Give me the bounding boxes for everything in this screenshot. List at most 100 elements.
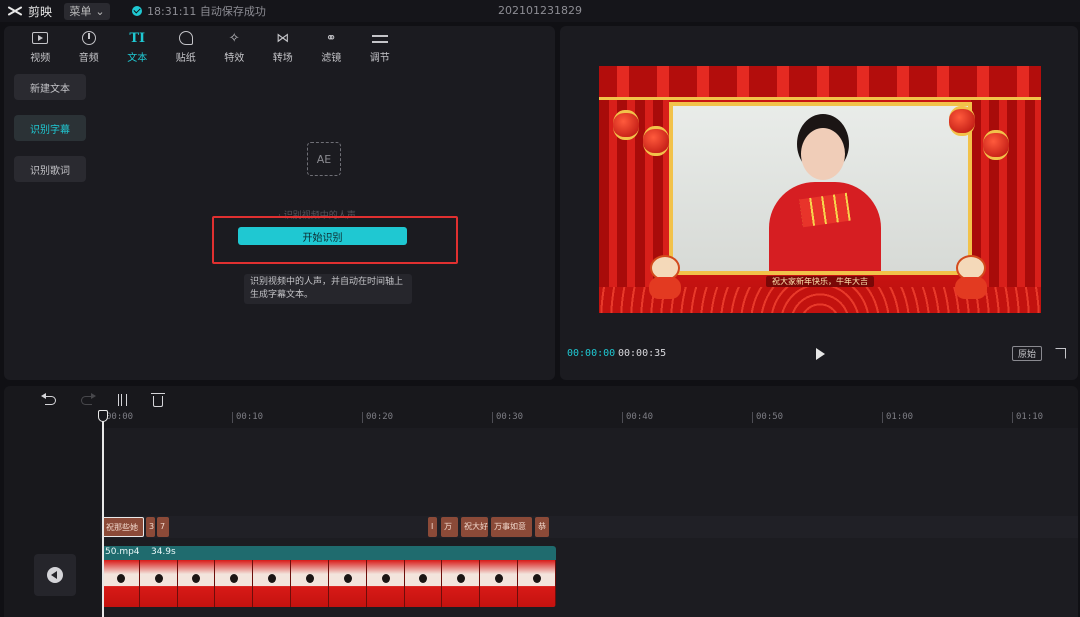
ruler-tick: 00:10 [232,412,263,423]
ruler-tick: 00:20 [362,412,393,423]
tab-label: 贴纸 [175,53,196,64]
clip-filename: 50.mp4 [105,547,140,557]
text-submenu: 新建文本 识别字幕 识别歌词 [14,74,86,197]
thumbnail [291,560,329,607]
split-button[interactable] [104,392,140,408]
photo-frame [669,102,972,275]
tab-audio[interactable]: 音频 [65,26,114,68]
text-icon: TI [129,30,146,46]
new-text-button[interactable]: 新建文本 [14,74,86,100]
total-time: 00:00:35 [618,348,667,359]
tab-filter[interactable]: ⚭ 滤镜 [307,26,356,68]
subtitle-recognition-icon: AE [307,142,341,176]
tab-transition[interactable]: ⋈ 转场 [259,26,308,68]
thumbnail [328,560,367,607]
timeline-toolbar [32,392,176,408]
thumbnail [177,560,216,607]
thumbnail [442,560,481,607]
playhead[interactable] [102,414,104,617]
text-clip[interactable]: 7 [157,517,169,537]
current-time: 00:00:00 [567,348,616,359]
video-thumbnails [102,560,556,607]
tab-label: 文本 [127,53,148,64]
redo-icon [80,395,92,405]
ruler-tick: 00:30 [492,412,523,423]
aspect-ratio-button[interactable]: 原始 [1012,346,1042,361]
text-clip[interactable]: 恭 [535,517,549,537]
thumbnail [102,560,140,607]
category-tabs: 视频 音频 TI 文本 贴纸 ✧ 特效 ⋈ 转场 ⚭ 滤镜 调节 [4,26,555,68]
text-clip[interactable]: 祝大好 [461,517,488,537]
preview-panel: 祝大家新年快乐，牛年大吉 00:00:00 00:00:35 原始 [560,26,1078,380]
tab-sticker[interactable]: 贴纸 [162,26,211,68]
ox-mascot-icon [645,247,685,299]
time-ruler[interactable]: 00:00 00:10 00:20 00:30 00:40 00:50 01:0… [100,412,1078,426]
start-recognition-button[interactable]: 开始识别 [238,227,407,245]
thumbnail [366,560,405,607]
text-clip[interactable]: 祝那些她 [102,517,144,537]
tab-video[interactable]: 视频 [16,26,65,68]
description-line: 识别视频中的人声，并自动在时间轴上 [250,277,404,287]
caption-recognition-area: AE · 识别视频中的人声 开始识别 识别视频中的人声，并自动在时间轴上 生成字… [208,136,458,306]
tab-label: 视频 [30,53,51,64]
video-icon [31,30,49,46]
ox-mascot-icon [951,247,991,299]
sticker-icon [177,30,195,46]
app-logo: 剪映 [0,3,64,20]
video-clip-label: 50.mp4 34.9s [105,547,176,557]
menu-button[interactable]: 菜单 ⌄ [64,2,110,20]
tab-label: 滤镜 [321,53,342,64]
undo-button[interactable] [32,392,68,408]
recognition-description: 识别视频中的人声，并自动在时间轴上 生成字幕文本。 [244,274,412,304]
title-bar: 剪映 菜单 ⌄ 18:31:11 自动保存成功 202101231829 [0,0,1080,22]
ruler-tick: 01:10 [1012,412,1043,423]
redo-button[interactable] [68,392,104,408]
save-status: 18:31:11 自动保存成功 [132,3,266,19]
cover-icon [47,567,63,583]
tab-adjust[interactable]: 调节 [356,26,405,68]
fullscreen-icon[interactable] [1055,348,1066,359]
video-clip[interactable]: 50.mp4 34.9s [102,546,556,607]
ruler-tick: 00:50 [752,412,783,423]
text-track: 祝那些她 3 7 I 万 祝大好 万事如意 恭 [100,516,1078,538]
transition-icon: ⋈ [276,30,290,46]
thumbnail [253,560,292,607]
app-name: 剪映 [28,4,53,19]
text-clip[interactable]: I [428,517,437,537]
audio-icon [80,30,98,46]
playhead-handle[interactable] [98,410,108,422]
tab-text[interactable]: TI 文本 [113,26,162,68]
play-icon[interactable] [816,348,825,360]
adjust-icon [371,30,389,46]
trash-icon [151,392,165,407]
check-circle-icon [132,6,142,16]
menu-label: 菜单 [69,5,92,18]
effects-icon: ✧ [228,30,240,46]
save-status-text: 18:31:11 自动保存成功 [147,5,266,18]
ruler-tick: 00:40 [622,412,653,423]
ruler-tick: 01:00 [882,412,913,423]
tab-label: 转场 [272,53,293,64]
chevron-down-icon: ⌄ [95,4,105,18]
lantern-icon [613,110,639,140]
text-clip[interactable]: 3 [146,517,155,537]
split-icon [117,394,127,406]
delete-button[interactable] [140,392,176,408]
thumbnail [139,560,178,607]
recognize-subtitles-button[interactable]: 识别字幕 [14,115,86,141]
text-clip[interactable]: 万事如意 [491,517,532,537]
thumbnail [404,560,443,607]
tab-effects[interactable]: ✧ 特效 [210,26,259,68]
tracks-area: 祝那些她 3 7 I 万 祝大好 万事如意 恭 50.mp4 34.9s [100,428,1078,617]
tab-label: 音频 [78,53,99,64]
timeline-panel: 00:00 00:10 00:20 00:30 00:40 00:50 01:0… [4,386,1078,617]
video-preview[interactable]: 祝大家新年快乐，牛年大吉 [599,66,1041,313]
media-panel: 视频 音频 TI 文本 贴纸 ✧ 特效 ⋈ 转场 ⚭ 滤镜 调节 新建文本 识别… [4,26,555,380]
lantern-icon [643,126,669,156]
undo-icon [40,392,56,405]
recognize-lyrics-button[interactable]: 识别歌词 [14,156,86,182]
text-clip[interactable]: 万 [441,517,458,537]
curtain-top [599,66,1041,100]
set-cover-button[interactable] [34,554,76,596]
lantern-icon [949,106,975,136]
